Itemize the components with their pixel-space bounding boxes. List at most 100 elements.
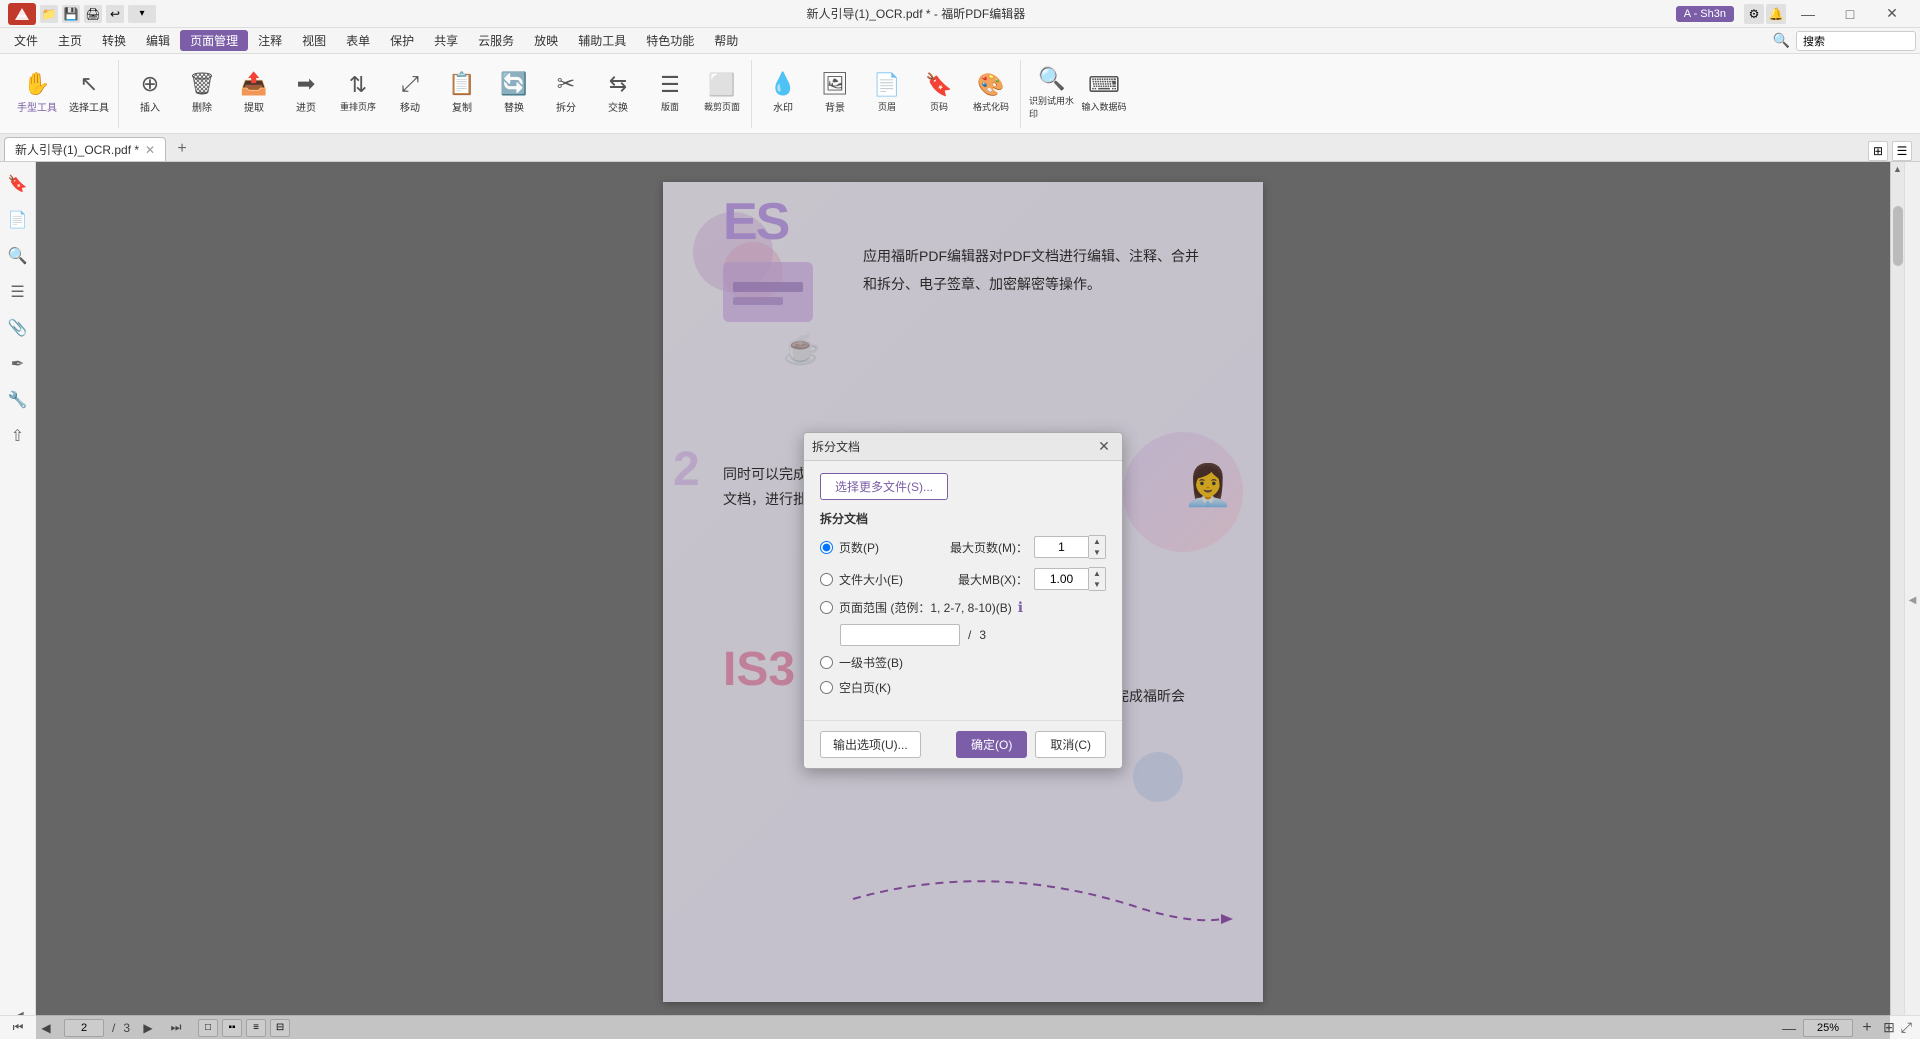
menu-edit[interactable]: 编辑	[136, 30, 180, 51]
toolbar-undo-icon[interactable]: ↩	[106, 5, 124, 23]
replace-page-button[interactable]: 🔄 替换	[489, 60, 539, 128]
swap-page-button[interactable]: ⇆ 交换	[593, 60, 643, 128]
insert-page-button[interactable]: ⊕ 插入	[125, 60, 175, 128]
reorder-page-button[interactable]: ⇅ 重排页序	[333, 60, 383, 128]
split-page-button[interactable]: ✂ 拆分	[541, 60, 591, 128]
split-option-blankpage-radio[interactable]	[820, 681, 833, 694]
max-pages-down-button[interactable]: ▼	[1089, 547, 1105, 558]
right-sidebar-collapse[interactable]: ◀	[1904, 162, 1920, 1039]
settings-icon[interactable]: ⚙	[1744, 4, 1764, 24]
page-number-button[interactable]: 🔖 页码	[914, 60, 964, 128]
layout-page-button[interactable]: ☰ 版面	[645, 60, 695, 128]
toolbar-group-watermark: 💧 水印 🖼 背景 📄 页眉 🔖 页码 🎨 格式化码	[754, 60, 1021, 128]
split-option-blankpage-label[interactable]: 空白页(K)	[839, 679, 891, 696]
split-section-label: 拆分文档	[820, 510, 1106, 527]
sidebar-attach-icon[interactable]: 📎	[4, 314, 32, 342]
split-option-filesize-row: 文件大小(E) 最大MB(X)： ▲ ▼	[820, 567, 1106, 591]
cancel-button[interactable]: 取消(C)	[1035, 731, 1106, 758]
list-view-icon[interactable]: ☰	[1892, 141, 1912, 161]
max-mb-down-button[interactable]: ▼	[1089, 579, 1105, 590]
close-button[interactable]: ✕	[1872, 3, 1912, 25]
tile-view-icon[interactable]: ⊞	[1868, 141, 1888, 161]
sidebar-tools-icon[interactable]: 🔧	[4, 386, 32, 414]
hand-tool-button[interactable]: ✋ 手型工具	[12, 60, 62, 128]
dialog-close-button[interactable]: ✕	[1094, 438, 1114, 456]
menu-cloud[interactable]: 云服务	[468, 30, 524, 51]
menu-share[interactable]: 共享	[424, 30, 468, 51]
sidebar-pages-icon[interactable]: 📄	[4, 206, 32, 234]
menu-file[interactable]: 文件	[4, 30, 48, 51]
ocr-button[interactable]: 🔍 识别试用水印	[1027, 60, 1077, 128]
copy-page-button[interactable]: 📋 复制	[437, 60, 487, 128]
menu-view[interactable]: 视图	[292, 30, 336, 51]
menu-page-manage[interactable]: 页面管理	[180, 30, 248, 51]
nav-first-button[interactable]: ⏮	[8, 1019, 28, 1037]
background-button[interactable]: 🖼 背景	[810, 60, 860, 128]
max-pages-input[interactable]: 1	[1034, 536, 1089, 558]
crop-page-button[interactable]: ⬜ 裁剪页面	[697, 60, 747, 128]
split-option-pagerange-radio[interactable]	[820, 601, 833, 614]
menu-annotate[interactable]: 注释	[248, 30, 292, 51]
menu-assist[interactable]: 辅助工具	[568, 30, 636, 51]
input-data-button[interactable]: ⌨ 输入数据码	[1079, 60, 1129, 128]
menu-home[interactable]: 主页	[48, 30, 92, 51]
toolbar-group-tools: ✋ 手型工具 ↖ 选择工具	[8, 60, 119, 128]
notifications-icon[interactable]: 🔔	[1766, 4, 1786, 24]
cursor-icon: ↖	[80, 73, 98, 95]
output-options-button[interactable]: 输出选项(U)...	[820, 731, 921, 758]
fullscreen-icon[interactable]: ⤢	[1901, 1019, 1912, 1036]
sidebar-sign-icon[interactable]: ✒	[4, 350, 32, 378]
delete-icon: 🗑	[188, 73, 216, 95]
split-option-pages-label[interactable]: 页数(P)	[839, 539, 879, 556]
split-option-filesize-radio[interactable]	[820, 573, 833, 586]
left-sidebar: 🔖 📄 🔍 ☰ 📎 ✒ 🔧 ⇧ ◀	[0, 162, 36, 1039]
toolbar-file-icon[interactable]: 📁	[40, 5, 58, 23]
split-option-pages-row: 页数(P) 最大页数(M)： 1 ▲ ▼	[820, 535, 1106, 559]
menu-protect[interactable]: 保护	[380, 30, 424, 51]
tab-add-button[interactable]: +	[170, 137, 194, 161]
sidebar-share-icon[interactable]: ⇧	[4, 422, 32, 450]
select-tool-button[interactable]: ↖ 选择工具	[64, 60, 114, 128]
extract-page-button[interactable]: 📤 提取	[229, 60, 279, 128]
page-range-input[interactable]	[840, 624, 960, 646]
delete-page-button[interactable]: 🗑 删除	[177, 60, 227, 128]
info-icon[interactable]: ℹ	[1018, 599, 1023, 616]
menu-help[interactable]: 帮助	[704, 30, 748, 51]
search-input[interactable]	[1796, 31, 1916, 51]
menu-present[interactable]: 放映	[524, 30, 568, 51]
split-option-filesize-label[interactable]: 文件大小(E)	[839, 571, 903, 588]
header-footer-button[interactable]: 📄 页眉	[862, 60, 912, 128]
format-button[interactable]: 🎨 格式化码	[966, 60, 1016, 128]
move-page-button[interactable]: ⤢ 移动	[385, 60, 435, 128]
menu-form[interactable]: 表单	[336, 30, 380, 51]
split-option-pages-radio[interactable]	[820, 541, 833, 554]
watermark-button[interactable]: 💧 水印	[758, 60, 808, 128]
sidebar-bookmark-icon[interactable]: 🔖	[4, 170, 32, 198]
split-option-bookmark-radio[interactable]	[820, 656, 833, 669]
maximize-button[interactable]: □	[1830, 3, 1870, 25]
split-option-bookmark-label[interactable]: 一级书签(B)	[839, 654, 903, 671]
minimize-button[interactable]: —	[1788, 3, 1828, 25]
toolbar-save-icon[interactable]: 💾	[62, 5, 80, 23]
hand-icon: ✋	[23, 73, 50, 95]
tab-main[interactable]: 新人引导(1)_OCR.pdf * ✕	[4, 137, 166, 161]
confirm-button[interactable]: 确定(O)	[956, 731, 1027, 758]
max-mb-up-button[interactable]: ▲	[1089, 568, 1105, 579]
scroll-thumb[interactable]	[1893, 206, 1903, 266]
menu-features[interactable]: 特色功能	[636, 30, 704, 51]
toolbar-print-icon[interactable]: 🖨	[84, 5, 102, 23]
tabbar-right: ⊞ ☰	[1868, 141, 1920, 161]
menu-convert[interactable]: 转换	[92, 30, 136, 51]
menu-search-icon[interactable]: 🔍	[1773, 32, 1790, 49]
max-mb-input[interactable]	[1034, 568, 1089, 590]
split-option-pagerange-label[interactable]: 页面范围 (范例：1, 2-7, 8-10)(B)	[839, 599, 1012, 616]
user-badge: A - Sh3n	[1676, 6, 1734, 22]
select-files-button[interactable]: 选择更多文件(S)...	[820, 473, 948, 500]
sidebar-search-icon[interactable]: 🔍	[4, 242, 32, 270]
advance-page-button[interactable]: ➡ 进页	[281, 60, 331, 128]
toolbar-more-icon[interactable]: ▾	[128, 5, 156, 23]
scroll-up-button[interactable]: ▲	[1891, 162, 1905, 176]
tab-close-button[interactable]: ✕	[145, 143, 155, 157]
max-pages-up-button[interactable]: ▲	[1089, 536, 1105, 547]
sidebar-layers-icon[interactable]: ☰	[4, 278, 32, 306]
